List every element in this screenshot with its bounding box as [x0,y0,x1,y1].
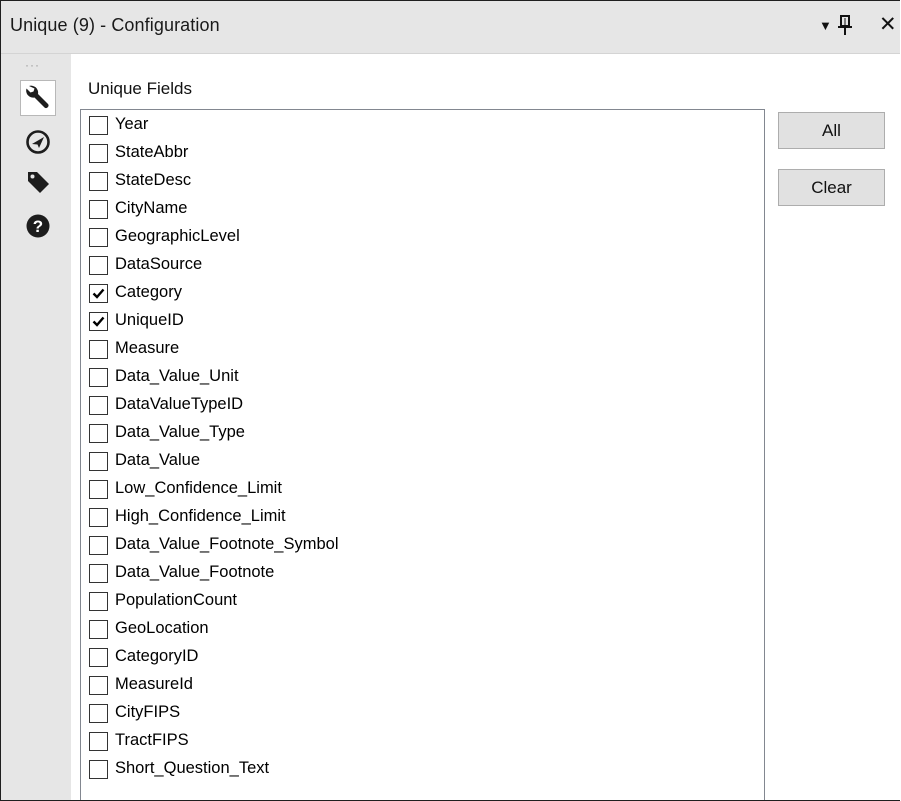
field-checkbox[interactable] [89,619,108,639]
field-checkbox[interactable] [89,143,108,163]
field-checkbox[interactable] [89,255,108,275]
field-label: Data_Value_Unit [115,366,239,385]
field-label: MeasureId [115,674,193,693]
field-label: TractFIPS [115,730,189,749]
field-label: Low_Confidence_Limit [115,478,282,497]
svg-text:?: ? [33,217,43,236]
field-row[interactable]: Data_Value_Footnote_Symbol [81,530,764,558]
checkmark-icon [92,288,105,299]
field-label: Measure [115,338,180,357]
field-row[interactable]: GeoLocation [81,614,764,642]
field-row[interactable]: Data_Value_Type [81,418,764,446]
field-row[interactable]: CityName [81,194,764,222]
field-checkbox[interactable] [89,339,108,359]
field-checkbox[interactable] [89,563,108,583]
unique-fields-list[interactable]: Year StateAbbr StateDesc CityName Geographic… [80,109,765,800]
field-row[interactable]: Year [81,110,764,138]
field-label: CityName [115,198,188,217]
field-row[interactable]: CityFIPS [81,698,764,726]
field-label: Year [115,114,149,133]
field-checkbox[interactable] [89,283,108,303]
configuration-tab[interactable] [20,80,56,116]
grip-handle[interactable]: ··· [25,59,40,71]
field-label: DataSource [115,254,203,273]
field-label: Data_Value_Type [115,422,245,441]
field-row[interactable]: TractFIPS [81,726,764,754]
help-tab[interactable]: ? [20,210,56,246]
field-row[interactable]: MeasureId [81,670,764,698]
field-row[interactable]: Data_Value_Unit [81,362,764,390]
field-label: Data_Value_Footnote_Symbol [115,534,339,553]
field-checkbox[interactable] [89,759,108,779]
field-row[interactable]: CategoryID [81,642,764,670]
clear-button[interactable]: Clear [778,169,885,206]
checkmark-icon [92,316,105,327]
field-checkbox[interactable] [89,367,108,387]
field-row[interactable]: PopulationCount [81,586,764,614]
field-row[interactable]: GeographicLevel [81,222,764,250]
navigation-tab[interactable] [20,126,56,162]
field-row[interactable]: DataValueTypeID [81,390,764,418]
field-row[interactable]: StateAbbr [81,138,764,166]
field-label: GeoLocation [115,618,209,637]
field-label: StateAbbr [115,142,189,161]
field-label: UniqueID [115,310,184,329]
field-checkbox[interactable] [89,199,108,219]
field-checkbox[interactable] [89,647,108,667]
field-checkbox[interactable] [89,479,108,499]
field-row[interactable]: Data_Value_Footnote [81,558,764,586]
field-checkbox[interactable] [89,171,108,191]
field-label: Category [115,282,182,301]
field-label: DataValueTypeID [115,394,244,413]
field-label: GeographicLevel [115,226,240,245]
window-menu-dropdown-icon[interactable]: ▼ [819,18,832,33]
field-row[interactable]: DataSource [81,250,764,278]
close-icon[interactable]: ✕ [879,12,897,37]
field-checkbox[interactable] [89,535,108,555]
field-checkbox[interactable] [89,507,108,527]
field-label: Short_Question_Text [115,758,270,777]
field-row[interactable]: Category [81,278,764,306]
field-checkbox[interactable] [89,227,108,247]
annotation-tab[interactable] [20,166,56,202]
field-checkbox[interactable] [89,451,108,471]
compass-icon [25,129,51,160]
field-checkbox[interactable] [89,675,108,695]
field-row[interactable]: Data_Value [81,446,764,474]
field-label: CityFIPS [115,702,181,721]
field-label: PopulationCount [115,590,238,609]
wrench-icon [25,83,51,114]
unique-fields-label: Unique Fields [88,79,192,98]
field-label: CategoryID [115,646,199,665]
field-label: Data_Value [115,450,201,469]
field-row[interactable]: UniqueID [81,306,764,334]
pin-icon[interactable] [837,14,853,36]
field-row[interactable]: Low_Confidence_Limit [81,474,764,502]
field-checkbox[interactable] [89,591,108,611]
title-bar: Unique (9) - Configuration ▼ ✕ [1,1,900,54]
select-all-button[interactable]: All [778,112,885,149]
field-row[interactable]: StateDesc [81,166,764,194]
field-row[interactable]: Short_Question_Text [81,754,764,782]
field-label: High_Confidence_Limit [115,506,286,525]
configuration-window: Unique (9) - Configuration ▼ ✕ ··· ? Uni… [0,0,900,801]
field-checkbox[interactable] [89,115,108,135]
window-title: Unique (9) - Configuration [10,15,220,35]
field-checkbox[interactable] [89,395,108,415]
help-icon: ? [25,213,51,244]
field-label: Data_Value_Footnote [115,562,275,581]
tag-icon [25,169,51,200]
field-checkbox[interactable] [89,703,108,723]
field-label: StateDesc [115,170,192,189]
field-checkbox[interactable] [89,423,108,443]
field-row[interactable]: Measure [81,334,764,362]
field-row[interactable]: High_Confidence_Limit [81,502,764,530]
field-checkbox[interactable] [89,311,108,331]
tool-strip: ··· ? [1,54,71,800]
field-checkbox[interactable] [89,731,108,751]
